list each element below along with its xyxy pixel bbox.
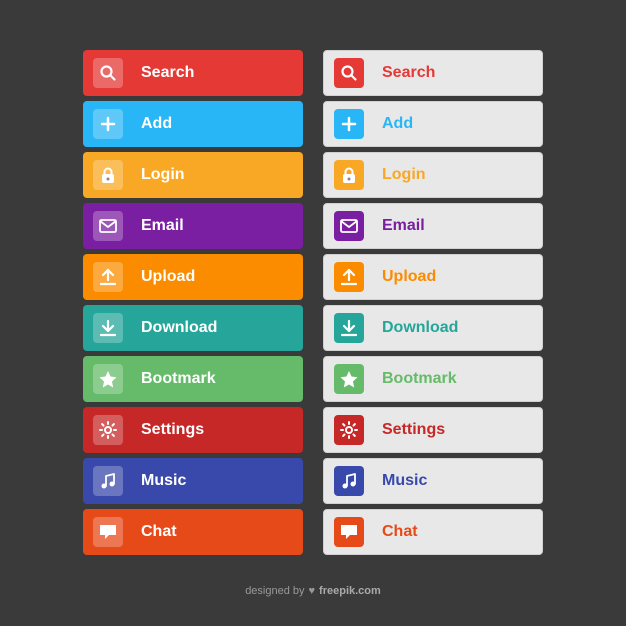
settings-colored-label: Settings: [133, 421, 303, 439]
outline-music-button[interactable]: Music: [323, 458, 543, 504]
email-outline-icon: [334, 211, 364, 241]
music-outline-icon: [334, 466, 364, 496]
search-colored-icon-box: [83, 50, 133, 96]
download-outline-label: Download: [374, 319, 542, 337]
add-outline-label: Add: [374, 115, 542, 133]
login-outline-label: Login: [374, 166, 542, 184]
bookmark-outline-label: Bootmark: [374, 370, 542, 388]
footer-brand: freepik.com: [319, 585, 381, 597]
colored-login-button[interactable]: Login: [83, 152, 303, 198]
music-outline-icon-box: [324, 459, 374, 503]
login-colored-label: Login: [133, 166, 303, 184]
main-container: Search Add Login: [63, 30, 563, 575]
bookmark-outline-icon: [334, 364, 364, 394]
upload-outline-label: Upload: [374, 268, 542, 286]
login-colored-icon: [93, 160, 123, 190]
download-colored-icon-box: [83, 305, 133, 351]
colored-bookmark-button[interactable]: Bootmark: [83, 356, 303, 402]
login-outline-icon: [334, 160, 364, 190]
colored-add-button[interactable]: Add: [83, 101, 303, 147]
download-colored-label: Download: [133, 319, 303, 337]
download-outline-icon-box: [324, 306, 374, 350]
email-outline-icon-box: [324, 204, 374, 248]
settings-outline-label: Settings: [374, 421, 542, 439]
email-colored-icon: [93, 211, 123, 241]
colored-button-column: Search Add Login: [83, 50, 303, 555]
bookmark-outline-icon-box: [324, 357, 374, 401]
outline-email-button[interactable]: Email: [323, 203, 543, 249]
search-outline-icon: [334, 58, 364, 88]
add-colored-icon-box: [83, 101, 133, 147]
chat-colored-icon: [93, 517, 123, 547]
music-colored-icon-box: [83, 458, 133, 504]
login-outline-icon-box: [324, 153, 374, 197]
music-colored-icon: [93, 466, 123, 496]
outline-bookmark-button[interactable]: Bootmark: [323, 356, 543, 402]
colored-email-button[interactable]: Email: [83, 203, 303, 249]
login-colored-icon-box: [83, 152, 133, 198]
outline-login-button[interactable]: Login: [323, 152, 543, 198]
settings-outline-icon-box: [324, 408, 374, 452]
colored-music-button[interactable]: Music: [83, 458, 303, 504]
add-outline-icon-box: [324, 102, 374, 146]
music-colored-label: Music: [133, 472, 303, 490]
upload-colored-icon-box: [83, 254, 133, 300]
bookmark-colored-icon: [93, 364, 123, 394]
colored-search-button[interactable]: Search: [83, 50, 303, 96]
settings-colored-icon-box: [83, 407, 133, 453]
colored-settings-button[interactable]: Settings: [83, 407, 303, 453]
chat-outline-icon-box: [324, 510, 374, 554]
outline-add-button[interactable]: Add: [323, 101, 543, 147]
outline-button-column: Search Add Login: [323, 50, 543, 555]
upload-colored-icon: [93, 262, 123, 292]
add-colored-label: Add: [133, 115, 303, 133]
upload-outline-icon-box: [324, 255, 374, 299]
download-outline-icon: [334, 313, 364, 343]
search-outline-icon-box: [324, 51, 374, 95]
outline-settings-button[interactable]: Settings: [323, 407, 543, 453]
colored-chat-button[interactable]: Chat: [83, 509, 303, 555]
email-outline-label: Email: [374, 217, 542, 235]
colored-download-button[interactable]: Download: [83, 305, 303, 351]
colored-upload-button[interactable]: Upload: [83, 254, 303, 300]
settings-outline-icon: [334, 415, 364, 445]
outline-upload-button[interactable]: Upload: [323, 254, 543, 300]
search-colored-icon: [93, 58, 123, 88]
footer-heart: ♥: [309, 585, 316, 597]
email-colored-label: Email: [133, 217, 303, 235]
music-outline-label: Music: [374, 472, 542, 490]
email-colored-icon-box: [83, 203, 133, 249]
bookmark-colored-icon-box: [83, 356, 133, 402]
chat-outline-label: Chat: [374, 523, 542, 541]
chat-outline-icon: [334, 517, 364, 547]
chat-colored-label: Chat: [133, 523, 303, 541]
add-colored-icon: [93, 109, 123, 139]
bookmark-colored-label: Bootmark: [133, 370, 303, 388]
settings-colored-icon: [93, 415, 123, 445]
add-outline-icon: [334, 109, 364, 139]
outline-download-button[interactable]: Download: [323, 305, 543, 351]
upload-colored-label: Upload: [133, 268, 303, 286]
outline-search-button[interactable]: Search: [323, 50, 543, 96]
footer-text: designed by: [245, 585, 304, 597]
search-outline-label: Search: [374, 64, 542, 82]
outline-chat-button[interactable]: Chat: [323, 509, 543, 555]
footer: designed by ♥ freepik.com: [245, 585, 381, 597]
upload-outline-icon: [334, 262, 364, 292]
download-colored-icon: [93, 313, 123, 343]
chat-colored-icon-box: [83, 509, 133, 555]
search-colored-label: Search: [133, 64, 303, 82]
